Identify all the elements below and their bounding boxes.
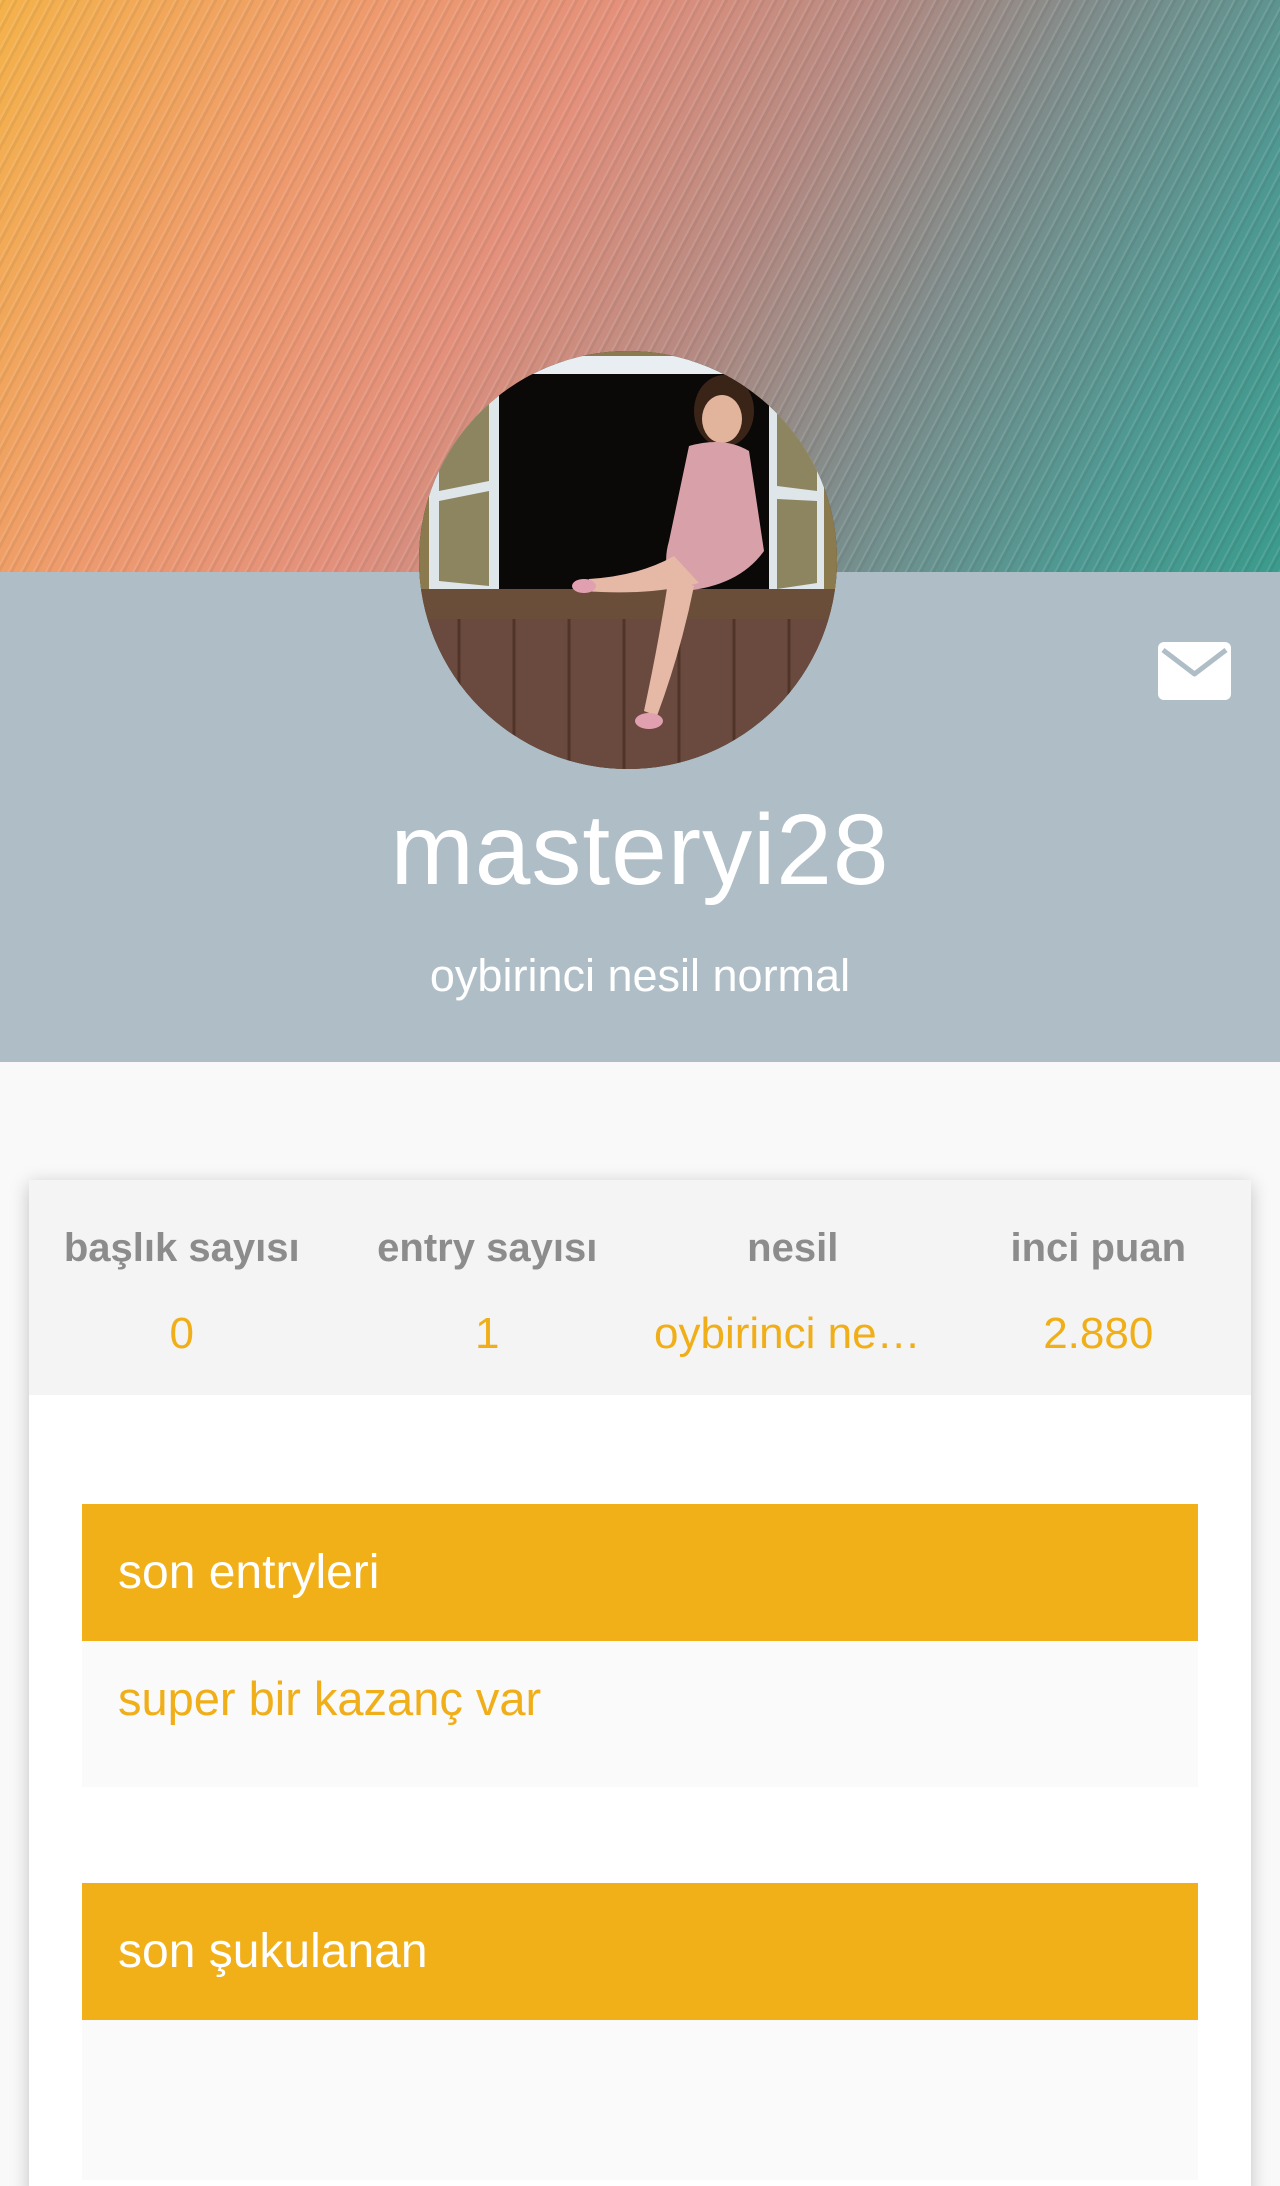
stat-inci-puan: inci puan 2.880 <box>946 1180 1252 1395</box>
mail-icon <box>1158 642 1231 700</box>
stat-nesil: nesil oybirinci nesil normal <box>640 1180 946 1395</box>
recent-liked-list <box>82 2020 1198 2180</box>
send-message-button[interactable] <box>1158 642 1231 700</box>
profile-card: başlık sayısı 0 entry sayısı 1 nesil oyb… <box>29 1180 1251 2186</box>
stat-value: 2.880 <box>1043 1309 1154 1358</box>
profile-page: masteryi28 oybirinci nesil normal başlık… <box>0 0 1280 2186</box>
stat-value: 0 <box>169 1309 194 1358</box>
avatar[interactable] <box>419 351 837 769</box>
section-header-son-entryleri: son entryleri <box>82 1504 1198 1641</box>
stat-label: başlık sayısı <box>63 1226 300 1270</box>
stat-entry-sayisi: entry sayısı 1 <box>335 1180 641 1395</box>
stat-label: entry sayısı <box>377 1226 598 1270</box>
stat-label: nesil <box>747 1226 839 1270</box>
stat-baslik-sayisi: başlık sayısı 0 <box>29 1180 335 1395</box>
username: masteryi28 <box>390 794 890 906</box>
entry-link[interactable]: super bir kazanç var <box>82 1641 1198 1757</box>
generation-subtitle: oybirinci nesil normal <box>429 950 851 1001</box>
recent-entries-list: super bir kazanç var <box>82 1641 1198 1787</box>
stat-value: 1 <box>475 1309 500 1358</box>
stats-bar: başlık sayısı 0 entry sayısı 1 nesil oyb… <box>29 1180 1251 1395</box>
section-header-son-sukulanan: son şukulanan <box>82 1883 1198 2020</box>
stat-label: inci puan <box>1010 1226 1187 1270</box>
stat-value: oybirinci nesil normal <box>654 1309 946 1358</box>
avatar-photo <box>419 351 837 769</box>
